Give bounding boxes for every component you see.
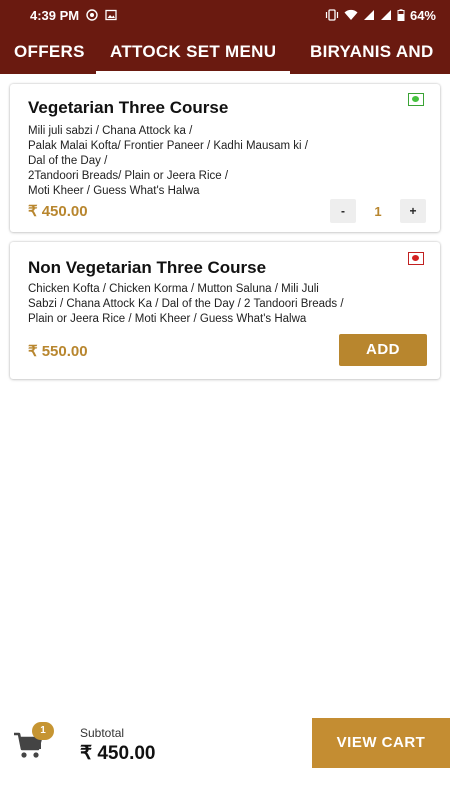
- quantity-value: 1: [374, 204, 382, 219]
- item-title: Non Vegetarian Three Course: [28, 258, 267, 277]
- gallery-icon: [105, 9, 117, 21]
- signal-icon: [363, 10, 374, 20]
- battery-level: 64%: [409, 7, 436, 23]
- cart-count-badge: 1: [32, 722, 54, 740]
- battery-icon: [397, 9, 405, 21]
- status-time: 4:39 PM: [30, 7, 80, 23]
- status-bar: 4:39 PM 64%: [0, 0, 450, 30]
- increment-button[interactable]: +: [400, 199, 426, 223]
- veg-indicator-icon: [408, 93, 424, 106]
- menu-item-card: Non Vegetarian Three Course Chicken Koft…: [10, 242, 440, 379]
- category-tab-bar: OFFERS ATTOCK SET MENU BIRYANIS AND: [0, 30, 450, 74]
- tab-biryanis[interactable]: BIRYANIS AND: [310, 30, 434, 74]
- subtotal-value: ₹ 450.00: [80, 743, 156, 764]
- vibrate-icon: [325, 9, 339, 21]
- item-price: ₹ 550.00: [28, 343, 88, 360]
- add-button[interactable]: ADD: [339, 334, 427, 366]
- item-price: ₹ 450.00: [28, 203, 88, 220]
- cart-summary-bar: 1 Subtotal ₹ 450.00 VIEW CART: [0, 716, 450, 800]
- view-cart-button[interactable]: VIEW CART: [312, 718, 450, 768]
- non-veg-indicator-icon: [408, 252, 424, 265]
- menu-item-card: Vegetarian Three Course Mili juli sabzi …: [10, 84, 440, 232]
- tab-attock-set-menu[interactable]: ATTOCK SET MENU: [95, 30, 291, 74]
- item-description: Mili juli sabzi / Chana Attock ka / Pala…: [28, 125, 308, 197]
- whatsapp-icon: [86, 9, 98, 21]
- item-title: Vegetarian Three Course: [28, 98, 229, 117]
- subtotal-label: Subtotal: [80, 726, 125, 740]
- signal-icon: [380, 10, 391, 20]
- item-description: Chicken Kofta / Chicken Korma / Mutton S…: [28, 283, 344, 325]
- decrement-button[interactable]: -: [330, 199, 356, 223]
- wifi-icon: [344, 9, 358, 20]
- tab-offers[interactable]: OFFERS: [14, 30, 85, 74]
